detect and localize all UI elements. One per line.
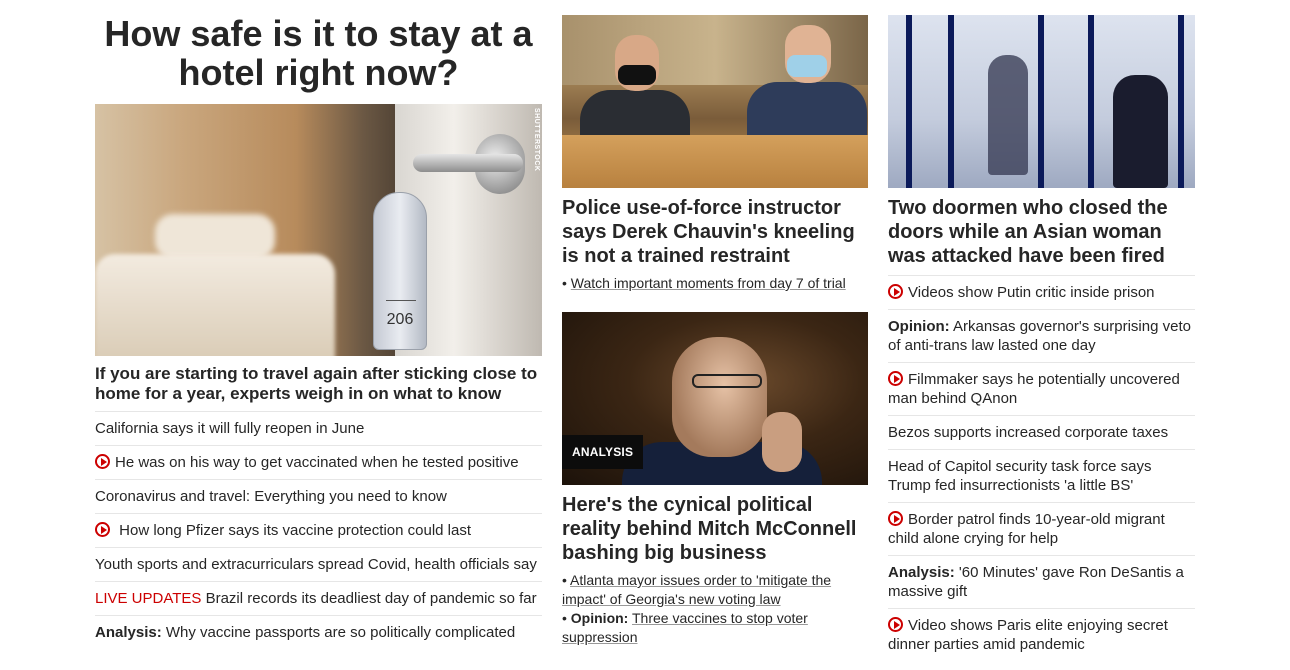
right-story-list: Videos show Putin critic inside prison O… [888, 275, 1195, 661]
list-item[interactable]: Head of Capitol security task force says… [888, 449, 1195, 502]
list-item-text[interactable]: California says it will fully reopen in … [95, 420, 364, 437]
image-credit: SHUTTERSTOCK [533, 108, 540, 172]
image-hand [762, 412, 802, 472]
video-play-icon [888, 617, 903, 632]
image-door-frame [948, 15, 954, 188]
image-face [672, 337, 767, 457]
list-item-text[interactable]: How long Pfizer says its vaccine protect… [119, 522, 471, 539]
list-item-text[interactable]: Bezos supports increased corporate taxes [888, 424, 1168, 441]
video-play-icon [888, 371, 903, 386]
person-mask [618, 65, 656, 85]
lead-caption[interactable]: If you are starting to travel again afte… [95, 364, 542, 411]
left-story-list: California says it will fully reopen in … [95, 411, 542, 649]
chauvin-headline[interactable]: Police use-of-force instructor says Dere… [562, 196, 868, 268]
list-item-text[interactable]: He was on his way to get vaccinated when… [115, 454, 519, 471]
doormen-headline[interactable]: Two doormen who closed the doors while a… [888, 196, 1195, 268]
image-table [562, 135, 868, 188]
list-item[interactable]: Video shows Paris elite enjoying secret … [888, 608, 1195, 661]
list-item-text[interactable]: Border patrol finds 10-year-old migrant … [888, 511, 1165, 547]
analysis-badge: ANALYSIS [562, 435, 644, 469]
bullet-link[interactable]: Watch important moments from day 7 of tr… [571, 275, 846, 291]
list-item-text[interactable]: Head of Capitol security task force says… [888, 458, 1151, 494]
image-door-frame [906, 15, 912, 188]
image-glasses [692, 374, 762, 388]
room-number: 206 [386, 311, 414, 328]
image-figure-left [988, 55, 1028, 175]
video-play-icon [888, 284, 903, 299]
live-updates-label[interactable]: LIVE UPDATES [95, 590, 201, 607]
video-play-icon [95, 454, 110, 469]
bullet-link[interactable]: Atlanta mayor issues order to 'mitigate … [562, 572, 831, 607]
left-column: How safe is it to stay at a hotel right … [95, 0, 542, 649]
image-figure-right [1113, 75, 1168, 188]
list-item[interactable]: LIVE UPDATES Brazil records its deadlies… [95, 581, 542, 615]
video-play-icon [95, 522, 110, 537]
tag-line [386, 300, 416, 301]
bullet-item[interactable]: • Opinion: Three vaccines to stop voter … [562, 609, 868, 647]
analysis-label: Analysis: [888, 564, 955, 581]
list-item[interactable]: Analysis: Why vaccine passports are so p… [95, 615, 542, 649]
image-door-frame [1038, 15, 1044, 188]
list-item-text[interactable]: Brazil records its deadliest day of pand… [206, 590, 537, 607]
list-item-text[interactable]: Why vaccine passports are so politically… [166, 624, 515, 641]
image-door-handle [413, 154, 523, 172]
list-item[interactable]: Border patrol finds 10-year-old migrant … [888, 502, 1195, 555]
right-column: Two doormen who closed the doors while a… [888, 0, 1195, 661]
image-door-frame [1088, 15, 1094, 188]
list-item-text[interactable]: Video shows Paris elite enjoying secret … [888, 617, 1168, 653]
list-item[interactable]: Youth sports and extracurriculars spread… [95, 547, 542, 581]
video-play-icon [888, 511, 903, 526]
mcconnell-image[interactable]: ANALYSIS [562, 312, 868, 485]
list-item-text[interactable]: Youth sports and extracurriculars spread… [95, 556, 537, 573]
image-bed [95, 254, 335, 356]
list-item[interactable]: How long Pfizer says its vaccine protect… [95, 513, 542, 547]
list-item[interactable]: Filmmaker says he potentially uncovered … [888, 362, 1195, 415]
mcconnell-bullets: • Atlanta mayor issues order to 'mitigat… [562, 571, 868, 647]
opinion-label: Opinion: [888, 318, 950, 335]
chauvin-bullets: • Watch important moments from day 7 of … [562, 274, 868, 293]
list-item-text[interactable]: Videos show Putin critic inside prison [908, 284, 1155, 301]
list-item[interactable]: California says it will fully reopen in … [95, 411, 542, 445]
mcconnell-headline[interactable]: Here's the cynical political reality beh… [562, 493, 868, 565]
list-item[interactable]: Bezos supports increased corporate taxes [888, 415, 1195, 449]
analysis-label: Analysis: [95, 624, 162, 641]
lead-headline[interactable]: How safe is it to stay at a hotel right … [95, 14, 542, 92]
list-item[interactable]: Videos show Putin critic inside prison [888, 275, 1195, 309]
list-item-text[interactable]: Coronavirus and travel: Everything you n… [95, 488, 447, 505]
middle-column: Police use-of-force instructor says Dere… [562, 0, 868, 647]
image-pillow [155, 214, 275, 259]
doormen-video-image[interactable] [888, 15, 1195, 188]
list-item[interactable]: Analysis: '60 Minutes' gave Ron DeSantis… [888, 555, 1195, 608]
courtroom-image[interactable] [562, 15, 868, 188]
list-item[interactable]: He was on his way to get vaccinated when… [95, 445, 542, 479]
bullet-item[interactable]: • Atlanta mayor issues order to 'mitigat… [562, 571, 868, 609]
list-item[interactable]: Coronavirus and travel: Everything you n… [95, 479, 542, 513]
hotel-room-image[interactable]: 206 SHUTTERSTOCK [95, 104, 542, 356]
bullet-item[interactable]: • Watch important moments from day 7 of … [562, 274, 868, 293]
image-door-frame [1178, 15, 1184, 188]
image-key-tag: 206 [373, 192, 427, 350]
opinion-label: Opinion: [570, 610, 629, 626]
list-item-text[interactable]: Filmmaker says he potentially uncovered … [888, 371, 1180, 407]
person-mask [787, 55, 827, 77]
list-item[interactable]: Opinion: Arkansas governor's surprising … [888, 309, 1195, 362]
